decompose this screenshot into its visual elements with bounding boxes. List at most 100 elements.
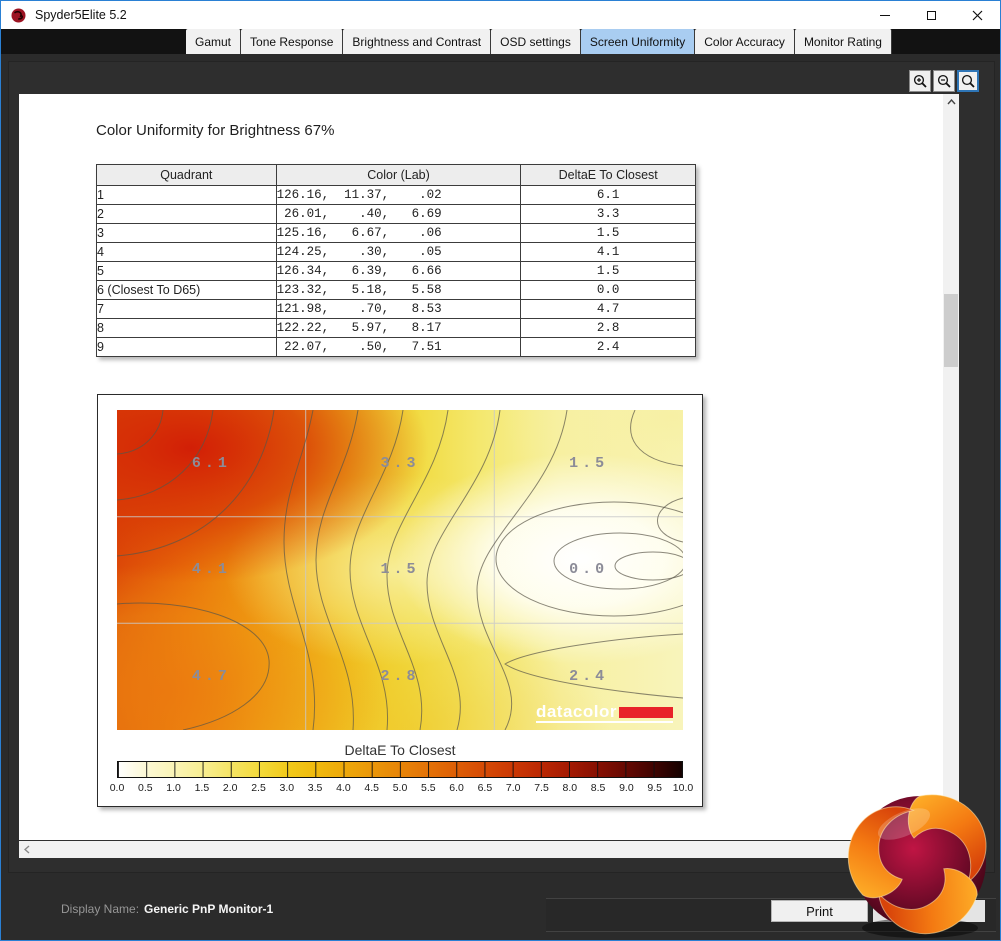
scroll-left-button[interactable] [19, 841, 35, 858]
deltae-cell: 2.8 [520, 318, 696, 338]
lab-cell: 26.01, .40, 6.69 [275, 204, 522, 224]
quadrant-value-labels: 6.1 3.3 1.5 4.1 1.5 0.0 4.7 2.8 2.4 [117, 410, 683, 730]
table-row: 9 22.07, .50, 7.51 2.4 [96, 337, 696, 357]
tab-brightness-contrast[interactable]: Brightness and Contrast [343, 29, 492, 54]
col-header-color-lab: Color (Lab) [275, 164, 522, 186]
quadrant-value: 4.7 [191, 668, 231, 686]
quadrant-value: 0.0 [569, 561, 609, 579]
tab-tone-response[interactable]: Tone Response [241, 29, 344, 54]
quadrant-cell: 7 [96, 299, 277, 319]
colorbar-title: DeltaE To Closest [344, 742, 456, 758]
colorbar-tick: 5.5 [420, 782, 436, 794]
magnifier-icon [961, 74, 975, 88]
uniformity-map-box: 6.1 3.3 1.5 4.1 1.5 0.0 4.7 2.8 2.4 data… [97, 394, 703, 807]
tab-osd-settings[interactable]: OSD settings [491, 29, 581, 54]
table-row: 7 121.98, .70, 8.53 4.7 [96, 299, 696, 319]
quadrant-value: 1.5 [569, 454, 609, 472]
window-title: Spyder5Elite 5.2 [35, 8, 127, 22]
quadrant-value: 1.5 [380, 561, 420, 579]
table-row: 2 26.01, .40, 6.69 3.3 [96, 204, 696, 224]
colorbar-tick: 2.5 [251, 782, 266, 794]
colorbar-tick: 9.0 [619, 782, 634, 794]
colorbar-gradient [117, 761, 683, 778]
datacolor-red-bar [619, 707, 673, 718]
colorbar-tick: 7.0 [505, 782, 521, 794]
horizontal-scrollbar[interactable] [19, 841, 959, 858]
lab-cell: 126.16, 11.37, .02 [275, 185, 522, 205]
quadrant-cell: 2 [96, 204, 277, 224]
uniformity-table: Quadrant Color (Lab) DeltaE To Closest 1… [96, 164, 696, 357]
zoom-out-button[interactable] [933, 70, 955, 92]
maximize-icon [926, 10, 936, 20]
quadrant-cell: 8 [96, 318, 277, 338]
vertical-scrollbar[interactable] [943, 94, 959, 840]
colorbar-tick: 2.0 [222, 782, 238, 794]
colorbar-tick: 9.5 [647, 782, 662, 794]
deltae-cell: 1.5 [520, 261, 696, 281]
chevron-left-icon [24, 845, 30, 854]
close-button[interactable] [954, 1, 1000, 29]
tab-monitor-rating[interactable]: Monitor Rating [794, 29, 892, 54]
minimize-icon [880, 14, 890, 16]
maximize-button[interactable] [908, 1, 954, 29]
table-row: 3 125.16, 6.67, .06 1.5 [96, 223, 696, 243]
quadrant-cell: 3 [96, 223, 277, 243]
quadrant-cell: 5 [96, 261, 277, 281]
kitguru-logo [847, 794, 987, 938]
quadrant-cell: 6 (Closest To D65) [96, 280, 277, 300]
table-row: 4 124.25, .30, .05 4.1 [96, 242, 696, 262]
report-title: Color Uniformity for Brightness 67% [96, 122, 335, 139]
vertical-scroll-thumb[interactable] [944, 294, 958, 367]
lab-cell: 126.34, 6.39, 6.66 [275, 261, 522, 281]
colorbar-tick: 3.0 [279, 782, 295, 794]
lab-cell: 125.16, 6.67, .06 [275, 223, 522, 243]
chevron-up-icon [946, 99, 956, 105]
tab-gamut[interactable]: Gamut [186, 29, 242, 54]
colorbar-tick: 10.0 [672, 782, 694, 794]
quadrant-cell: 4 [96, 242, 277, 262]
lab-cell: 123.32, 5.18, 5.58 [275, 280, 522, 300]
application-window: Spyder5Elite 5.2 Gamut Tone Response Bri… [0, 0, 1001, 941]
datacolor-watermark: datacolor [535, 703, 673, 723]
tab-screen-uniformity[interactable]: Screen Uniformity [580, 29, 696, 54]
col-header-deltae: DeltaE To Closest [520, 164, 696, 186]
deltae-cell: 2.4 [520, 337, 696, 357]
zoom-in-button[interactable] [909, 70, 931, 92]
lab-cell: 124.25, .30, .05 [275, 242, 522, 262]
colorbar-tick: 0.5 [137, 782, 153, 794]
colorbar-tick: 7.5 [534, 782, 549, 794]
zoom-reset-button[interactable] [957, 70, 979, 92]
display-name-label: Display Name: [61, 902, 140, 916]
title-bar: Spyder5Elite 5.2 [1, 1, 1000, 29]
colorbar-tick: 5.0 [392, 782, 408, 794]
quadrant-cell: 1 [96, 185, 277, 205]
report-content: Color Uniformity for Brightness 67% Quad… [19, 94, 943, 840]
colorbar-tick: 6.5 [477, 782, 493, 794]
lab-cell: 22.07, .50, 7.51 [275, 337, 522, 357]
colorbar-tick: 1.0 [166, 782, 181, 794]
deltae-cell: 0.0 [520, 280, 696, 300]
quadrant-value: 3.3 [380, 454, 420, 472]
window-controls [862, 1, 1000, 29]
colorbar-tick: 8.0 [562, 782, 578, 794]
colorbar-tick: 1.5 [194, 782, 210, 794]
display-name-value: Generic PnP Monitor-1 [144, 902, 274, 916]
lab-cell: 121.98, .70, 8.53 [275, 299, 522, 319]
quadrant-value: 4.1 [191, 561, 231, 579]
quadrant-value: 2.8 [380, 668, 420, 686]
scroll-up-button[interactable] [943, 94, 959, 110]
colorbar-tick: 4.5 [364, 782, 379, 794]
deltae-cell: 6.1 [520, 185, 696, 205]
colorbar-tick: 0.0 [109, 782, 125, 794]
quadrant-value: 6.1 [191, 454, 231, 472]
colorbar-tick: 3.5 [307, 782, 323, 794]
tab-color-accuracy[interactable]: Color Accuracy [695, 29, 795, 54]
table-row: 5 126.34, 6.39, 6.66 1.5 [96, 261, 696, 281]
table-header-row: Quadrant Color (Lab) DeltaE To Closest [96, 164, 696, 186]
spyder-app-icon [11, 8, 26, 22]
tab-bar: Gamut Tone Response Brightness and Contr… [1, 29, 1000, 54]
colorbar-tick-labels: 0.0 0.5 1.0 1.5 2.0 2.5 3.0 3.5 4.0 4.5 … [110, 782, 694, 794]
deltae-cell: 4.1 [520, 242, 696, 262]
magnifier-plus-icon [913, 74, 927, 88]
minimize-button[interactable] [862, 1, 908, 29]
